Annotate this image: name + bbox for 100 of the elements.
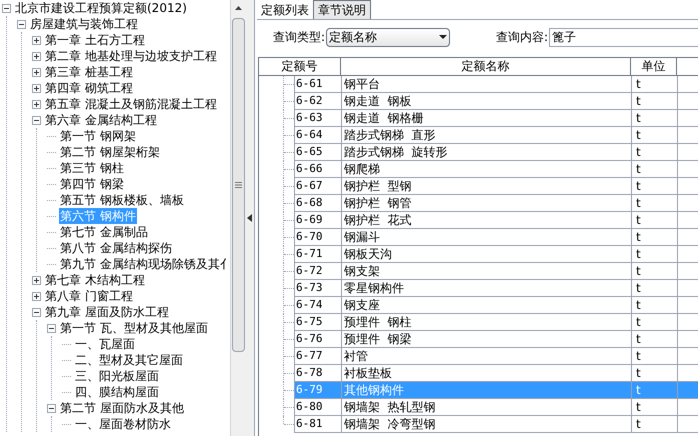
tree-item[interactable]: 第七节 金属制品 [59, 224, 149, 240]
collapse-toggle-icon[interactable] [2, 4, 11, 12]
table-row[interactable]: 6-71 钢板天沟 t [294, 246, 698, 263]
tree-item[interactable]: 第六章 金属结构工程 [44, 112, 158, 128]
expand-toggle-icon[interactable] [32, 100, 41, 108]
tree-item[interactable]: 第五节 钢板楼板、墙板 [59, 192, 185, 208]
collapse-arrow-icon[interactable] [247, 214, 252, 222]
table-cell: t [632, 314, 678, 330]
table-row[interactable]: 6-70 钢漏斗 t [294, 229, 698, 246]
tree-item[interactable]: 第二章 地基处理与边坡支护工程 [44, 48, 218, 64]
table-row[interactable]: 6-61 钢平台 t [294, 76, 698, 93]
table-row[interactable]: 6-75 预埋件 钢柱 t [294, 314, 698, 331]
column-header[interactable]: 定额名称 [341, 58, 631, 75]
collapse-toggle-icon[interactable] [32, 308, 41, 316]
tree-item[interactable]: 四、膜结构屋面 [74, 384, 160, 400]
table-cell: t [632, 195, 678, 211]
table-cell: 预埋件 钢梁 [342, 331, 632, 347]
table-row[interactable]: 6-62 钢走道 钢板 t [294, 93, 698, 110]
table-cell: t [632, 178, 678, 194]
tree-item[interactable]: 第一节 钢网架 [59, 128, 137, 144]
table-row[interactable]: 6-66 钢爬梯 t [294, 161, 698, 178]
table-row[interactable]: 6-74 钢支座 t [294, 297, 698, 314]
scrollbar-thumb[interactable] [232, 18, 244, 352]
table-row[interactable]: 6-81 钢墙架 冷弯型钢 t [294, 416, 698, 433]
table-cell: 钢护栏 花式 [342, 212, 632, 228]
tree-item[interactable]: 第七章 木结构工程 [44, 272, 146, 288]
table-cell: 踏步式钢梯 直形 [342, 127, 632, 143]
table-cell: 6-62 [295, 93, 342, 109]
expand-toggle-icon[interactable] [32, 36, 41, 44]
table-cell: 6-73 [295, 280, 342, 296]
tree-item[interactable]: 第八章 门窗工程 [44, 288, 134, 304]
table-row[interactable]: 6-73 零星钢构件 t [294, 280, 698, 297]
table-cell: t [632, 416, 678, 432]
table-cell: 6-74 [295, 297, 342, 313]
scrollbar[interactable] [230, 0, 245, 436]
table-cell: t [632, 144, 678, 160]
tree-item[interactable]: 二、型材及其它屋面 [74, 352, 184, 368]
table-row[interactable]: 6-78 衬板垫板 t [294, 365, 698, 382]
tree-item[interactable]: 第三章 桩基工程 [44, 64, 134, 80]
table-cell: 6-65 [295, 144, 342, 160]
table-cell: 衬板垫板 [342, 365, 632, 381]
expand-toggle-icon[interactable] [32, 276, 41, 284]
tree-item[interactable]: 第三节 钢柱 [59, 160, 125, 176]
table-cell: 钢走道 钢格栅 [342, 110, 632, 126]
table-row[interactable]: 6-65 踏步式钢梯 旋转形 t [294, 144, 698, 161]
table-cell: 6-77 [295, 348, 342, 364]
table-row[interactable]: 6-64 踏步式钢梯 直形 t [294, 127, 698, 144]
table-cell: t [632, 331, 678, 347]
tree-item[interactable]: 第二节 屋面防水及其他 [59, 400, 185, 416]
table-cell: 其他钢构件 [342, 382, 632, 398]
table-cell: 钢支座 [342, 297, 632, 313]
tree-item[interactable]: 第二节 钢屋架桁架 [59, 144, 161, 160]
tree-item[interactable]: 第五章 混凝土及钢筋混凝土工程 [44, 96, 218, 112]
collapse-toggle-icon[interactable] [17, 20, 26, 28]
collapse-toggle-icon[interactable] [47, 404, 56, 412]
table-cell: t [632, 297, 678, 313]
table-cell: 6-79 [295, 382, 342, 398]
tree-item[interactable]: 第九章 屋面及防水工程 [44, 304, 170, 320]
table-cell: t [632, 110, 678, 126]
expand-toggle-icon[interactable] [32, 84, 41, 92]
tree-item[interactable]: 北京市建设工程预算定额(2012) [14, 0, 188, 16]
table-row[interactable]: 6-76 预埋件 钢梁 t [294, 331, 698, 348]
column-header[interactable]: 单位 [631, 58, 677, 75]
table-cell: t [632, 382, 678, 398]
expand-toggle-icon[interactable] [32, 52, 41, 60]
tree-item[interactable]: 第九节 金属结构现场除锈及其亻 [59, 256, 230, 272]
expand-toggle-icon[interactable] [32, 292, 41, 300]
table-cell: t [632, 280, 678, 296]
tab[interactable]: 章节说明 [313, 0, 371, 19]
tree-item[interactable]: 三、阳光板屋面 [74, 368, 160, 384]
tree-item[interactable]: 房屋建筑与装饰工程 [29, 16, 139, 32]
dropdown-arrow-icon [439, 35, 448, 39]
table-row[interactable]: 6-63 钢走道 钢格栅 t [294, 110, 698, 127]
column-header[interactable]: 定额号 [259, 58, 341, 75]
table-cell: 钢墙架 冷弯型钢 [342, 416, 632, 432]
table-cell: t [632, 399, 678, 415]
table-cell: 6-69 [295, 212, 342, 228]
tree-item[interactable]: 第四章 砌筑工程 [44, 80, 134, 96]
table-cell: 钢走道 钢板 [342, 93, 632, 109]
tree-item[interactable]: 一、瓦屋面 [74, 336, 136, 352]
tree-item[interactable]: 第一节 瓦、型材及其他屋面 [59, 320, 209, 336]
collapse-toggle-icon[interactable] [47, 324, 56, 332]
tree-item[interactable]: 第八节 金属结构探伤 [59, 240, 173, 256]
table-row[interactable]: 6-69 钢护栏 花式 t [294, 212, 698, 229]
table-row[interactable]: 6-67 钢护栏 型钢 t [294, 178, 698, 195]
collapse-toggle-icon[interactable] [32, 116, 41, 124]
query-type-dropdown[interactable]: 定额名称 [326, 28, 450, 46]
table-row[interactable]: 6-80 钢墙架 热轧型钢 t [294, 399, 698, 416]
query-content-field[interactable]: 篦子 [549, 28, 698, 46]
tree-item[interactable]: 一、屋面卷材防水 [74, 416, 172, 432]
table-row[interactable]: 6-68 钢护栏 钢管 t [294, 195, 698, 212]
table-row[interactable]: 6-77 衬管 t [294, 348, 698, 365]
table-row[interactable]: 6-72 钢支架 t [294, 263, 698, 280]
tree-item[interactable]: 第四节 钢梁 [59, 176, 125, 192]
table-cell: 钢支架 [342, 263, 632, 279]
table-cell: 6-78 [295, 365, 342, 381]
table-cell: t [632, 212, 678, 228]
table-cell: t [632, 127, 678, 143]
expand-toggle-icon[interactable] [32, 68, 41, 76]
tree-item[interactable]: 第一章 土石方工程 [44, 32, 146, 48]
